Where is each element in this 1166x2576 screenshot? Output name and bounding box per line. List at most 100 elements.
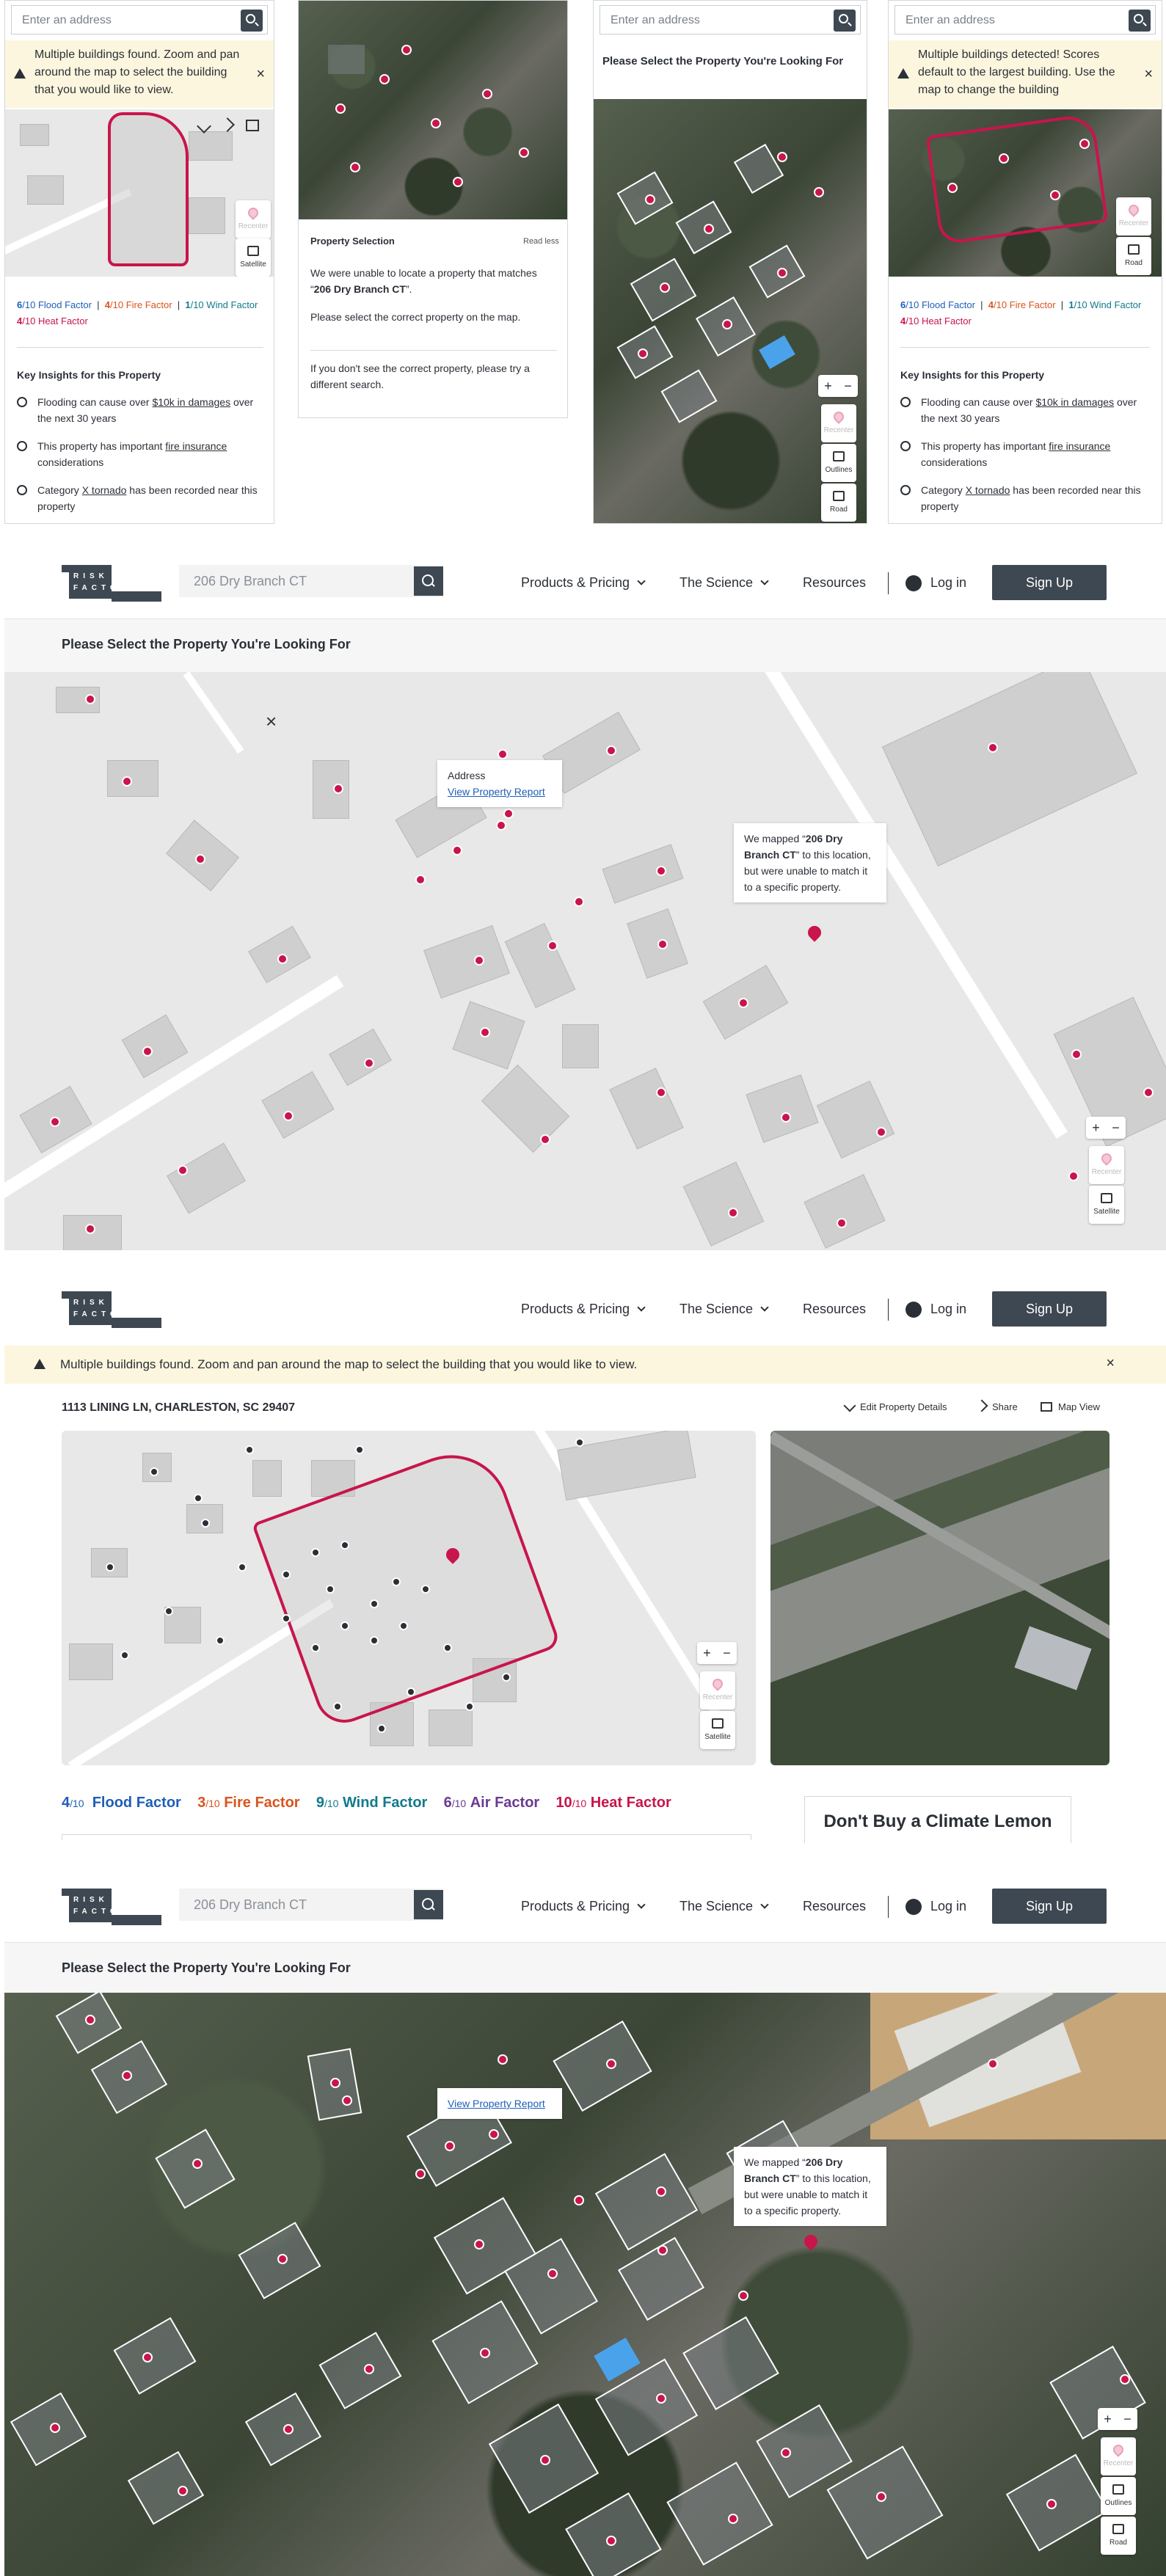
nav-science[interactable]: The Science: [679, 1302, 769, 1317]
search-button[interactable]: [414, 566, 443, 596]
satellite-thumbnail[interactable]: [770, 1431, 1109, 1765]
close-icon[interactable]: ×: [1106, 1354, 1115, 1372]
panel-multiple-buildings: Enter an address Multiple buildings dete…: [888, 0, 1162, 524]
air-factor-score[interactable]: 6/10 Air Factor: [444, 1795, 540, 1811]
recenter-icon: [1099, 1151, 1114, 1166]
zoom-out-button[interactable]: −: [1123, 2408, 1132, 2430]
recenter-button[interactable]: Recenter: [821, 404, 856, 442]
address-input[interactable]: Enter an address: [11, 5, 268, 34]
view-report-link[interactable]: View Property Report: [448, 2095, 552, 2112]
map-icon[interactable]: [246, 120, 259, 131]
road-button[interactable]: Road: [1116, 237, 1151, 275]
satellite-button[interactable]: Satellite: [236, 238, 271, 277]
search-icon: [422, 1898, 434, 1910]
nav-resources[interactable]: Resources: [803, 575, 866, 591]
share-button[interactable]: Share: [975, 1399, 1018, 1412]
road-map[interactable]: × Address View Property Report We mapped…: [4, 672, 1166, 1250]
nav-resources[interactable]: Resources: [803, 1302, 866, 1317]
panel-select-property: Enter an address Please Select the Prope…: [593, 0, 867, 524]
shield-icon: [17, 441, 27, 451]
satellite-button[interactable]: Satellite: [700, 1711, 735, 1749]
panel-property-selection: Property Selection Read less We were una…: [298, 0, 568, 418]
home-icon: [1112, 2484, 1124, 2495]
edit-property-button[interactable]: Edit Property Details: [843, 1399, 947, 1412]
history-icon: [17, 485, 27, 495]
property-map[interactable]: + − Recenter Satellite: [62, 1431, 756, 1765]
satellite-map[interactable]: [299, 1, 567, 219]
recenter-button[interactable]: Recenter: [700, 1671, 735, 1710]
zoom-out-button[interactable]: −: [844, 375, 852, 397]
zoom-out-button[interactable]: −: [1112, 1117, 1120, 1139]
logo[interactable]: RISK FACTOR: [62, 1291, 161, 1328]
nav-products[interactable]: Products & Pricing: [521, 575, 646, 591]
address-popup: Address View Property Report: [437, 760, 562, 807]
recenter-button[interactable]: Recenter: [1089, 1146, 1124, 1184]
factor-scores: 6/10 Flood Factor | 4/10 Fire Factor | 1…: [900, 299, 1142, 326]
nav-products[interactable]: Products & Pricing: [521, 1302, 646, 1317]
nav-products[interactable]: Products & Pricing: [521, 1899, 646, 1914]
search-button[interactable]: [1129, 10, 1151, 32]
zoom-in-button[interactable]: +: [1104, 2408, 1112, 2430]
zoom-in-button[interactable]: +: [1092, 1117, 1100, 1139]
search-icon: [1134, 14, 1143, 23]
close-icon[interactable]: ×: [1144, 65, 1153, 83]
wind-factor-score[interactable]: 9/10 Wind Factor: [316, 1795, 428, 1811]
view-report-link[interactable]: View Property Report: [448, 784, 552, 800]
signup-button[interactable]: Sign Up: [992, 565, 1107, 600]
select-property-title: Please Select the Property You're Lookin…: [602, 55, 844, 67]
share-icon: [975, 1399, 988, 1412]
selected-building-outline[interactable]: [925, 112, 1109, 246]
close-icon[interactable]: ×: [266, 710, 277, 733]
satellite-map[interactable]: Recenter Road: [889, 109, 1162, 277]
selected-building-outline[interactable]: [108, 112, 189, 266]
satellite-map[interactable]: + − Recenter Outlines Road: [594, 99, 867, 523]
zoom-in-button[interactable]: +: [703, 1642, 711, 1664]
chevron-down-icon: [760, 1303, 769, 1312]
zoom-controls[interactable]: + −: [818, 375, 858, 397]
login-link[interactable]: Log in: [930, 1899, 966, 1914]
flood-factor-score[interactable]: 4/10 Flood Factor: [62, 1795, 181, 1811]
address-input[interactable]: Enter an address: [600, 5, 861, 34]
search-icon: [246, 14, 255, 23]
nav-science[interactable]: The Science: [679, 1899, 769, 1914]
map-view-button[interactable]: Map View: [1041, 1401, 1100, 1412]
zoom-in-button[interactable]: +: [824, 375, 832, 397]
search-input[interactable]: 206 Dry Branch CT: [179, 565, 443, 597]
road-button[interactable]: Road: [1101, 2517, 1136, 2555]
outlines-button[interactable]: Outlines: [1101, 2477, 1136, 2515]
chevron-down-icon: [637, 1303, 646, 1312]
satellite-map[interactable]: View Property Report We mapped “206 Dry …: [4, 1993, 1166, 2576]
login-link[interactable]: Log in: [930, 1302, 966, 1317]
zoom-controls[interactable]: + −: [1098, 2408, 1137, 2430]
logo[interactable]: RISK FACTOR: [62, 565, 161, 602]
address-input[interactable]: Enter an address: [894, 5, 1156, 34]
recenter-button[interactable]: Recenter: [1101, 2437, 1136, 2475]
signup-button[interactable]: Sign Up: [992, 1889, 1107, 1924]
recenter-button[interactable]: Recenter: [1116, 197, 1151, 236]
login-link[interactable]: Log in: [930, 575, 966, 591]
recenter-button[interactable]: Recenter: [236, 200, 271, 238]
read-less-link[interactable]: Read less: [523, 237, 559, 246]
search-button[interactable]: [241, 10, 263, 32]
road-button[interactable]: Road: [821, 484, 856, 522]
signup-button[interactable]: Sign Up: [992, 1291, 1107, 1327]
logo[interactable]: RISK FACTOR: [62, 1889, 161, 1925]
zoom-out-button[interactable]: −: [723, 1642, 731, 1664]
nav-resources[interactable]: Resources: [803, 1899, 866, 1914]
climate-lemon-card: Don't Buy a Climate Lemon: [804, 1796, 1071, 1843]
search-input[interactable]: 206 Dry Branch CT: [179, 1889, 443, 1921]
selection-message-3: If you don't see the correct property, p…: [310, 362, 530, 390]
chevron-down-icon: [760, 577, 769, 585]
search-button[interactable]: [834, 10, 856, 32]
zoom-controls[interactable]: + −: [1086, 1117, 1126, 1139]
heat-factor-score[interactable]: 10/10 Heat Factor: [555, 1795, 671, 1811]
map[interactable]: Recenter Satellite: [5, 109, 274, 277]
fire-factor-score[interactable]: 3/10 Fire Factor: [197, 1795, 300, 1811]
zoom-controls[interactable]: + −: [697, 1642, 737, 1664]
satellite-button[interactable]: Satellite: [1089, 1186, 1124, 1224]
outlines-button[interactable]: Outlines: [821, 444, 856, 482]
share-icon[interactable]: [220, 117, 235, 132]
nav-science[interactable]: The Science: [679, 575, 769, 591]
close-icon[interactable]: ×: [256, 65, 265, 83]
search-button[interactable]: [414, 1890, 443, 1919]
